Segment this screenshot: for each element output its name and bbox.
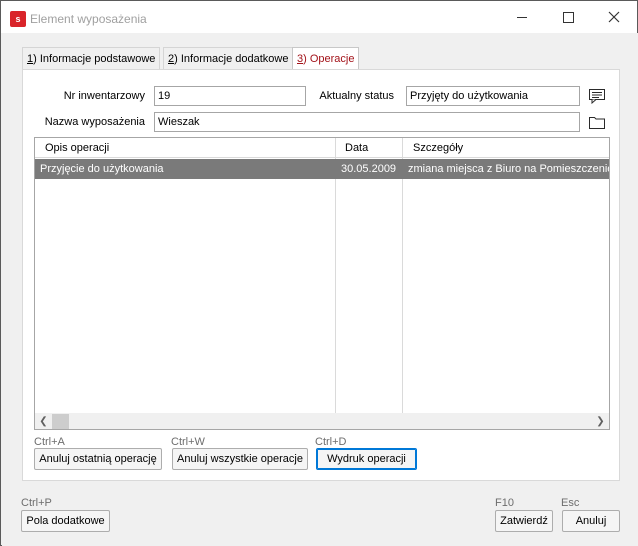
print-operations-button[interactable]: Wydruk operacji — [316, 448, 417, 470]
equipment-name-label: Nazwa wyposażenia — [44, 116, 145, 128]
tab-operations[interactable]: 3) Operacje — [292, 47, 360, 70]
cell-date: 30.05.2009 — [341, 163, 397, 175]
cancel-button[interactable]: Anuluj — [562, 510, 620, 532]
confirm-shortcut: F10 — [495, 497, 514, 509]
tab-label: ) Operacje — [303, 53, 355, 65]
comment-icon[interactable] — [588, 88, 606, 104]
operations-table[interactable]: Opis operacji Data Szczegóły Przyjęcie d… — [34, 137, 610, 430]
tab-label: ) Informacje dodatkowe — [174, 53, 289, 65]
column-divider — [335, 138, 336, 413]
cancel-shortcut: Esc — [561, 497, 580, 509]
inventory-number-field[interactable]: 19 — [154, 86, 306, 106]
confirm-button[interactable]: Zatwierdź — [495, 510, 553, 532]
scroll-thumb[interactable] — [52, 414, 69, 429]
close-button[interactable] — [591, 1, 637, 33]
current-status-label: Aktualny status — [319, 90, 394, 102]
table-row[interactable]: Przyjęcie do użytkowania 30.05.2009 zmia… — [35, 159, 610, 179]
column-divider — [402, 138, 403, 413]
close-icon — [608, 11, 620, 23]
undo-last-shortcut: Ctrl+A — [34, 436, 65, 448]
window-title: Element wyposażenia — [30, 12, 147, 26]
column-header-description[interactable]: Opis operacji — [35, 138, 335, 158]
undo-last-operation-button[interactable]: Anuluj ostatnią operację — [34, 448, 162, 470]
column-header-date[interactable]: Data — [335, 138, 403, 158]
column-header-details[interactable]: Szczegóły — [403, 138, 609, 158]
table-header: Opis operacji Data Szczegóły — [35, 138, 609, 158]
tab-basic-info[interactable]: 1) Informacje podstawowe — [22, 47, 161, 69]
scroll-right-icon[interactable]: ❯ — [592, 413, 609, 429]
tab-additional-info[interactable]: 2) Informacje dodatkowe — [163, 47, 294, 69]
current-status-field[interactable]: Przyjęty do użytkowania — [406, 86, 580, 106]
cell-description: Przyjęcie do użytkowania — [40, 163, 164, 175]
operations-panel: Nr inwentarzowy 19 Aktualny status Przyj… — [22, 69, 620, 481]
inventory-number-label: Nr inwentarzowy — [63, 90, 145, 102]
folder-icon[interactable] — [588, 114, 606, 130]
dialog-body: 1) Informacje podstawowe 2) Informacje d… — [2, 33, 638, 546]
tab-label: ) Informacje podstawowe — [33, 53, 156, 65]
equipment-name-field[interactable]: Wieszak — [154, 112, 580, 132]
maximize-button[interactable] — [545, 1, 591, 33]
undo-all-operations-button[interactable]: Anuluj wszystkie operacje — [172, 448, 308, 470]
undo-all-shortcut: Ctrl+W — [171, 436, 205, 448]
cell-details: zmiana miejsca z Biuro na Pomieszczenie — [408, 163, 610, 175]
app-icon: s — [10, 11, 26, 27]
minimize-button[interactable] — [499, 1, 545, 33]
extra-fields-button[interactable]: Pola dodatkowe — [21, 510, 110, 532]
extra-fields-shortcut: Ctrl+P — [21, 497, 52, 509]
horizontal-scrollbar[interactable]: ❮ ❯ — [35, 413, 609, 429]
scroll-left-icon[interactable]: ❮ — [35, 413, 52, 429]
title-bar[interactable]: s Element wyposażenia — [1, 1, 637, 33]
equipment-dialog: s Element wyposażenia 1) Informacje pods… — [0, 0, 638, 546]
print-shortcut: Ctrl+D — [315, 436, 347, 448]
